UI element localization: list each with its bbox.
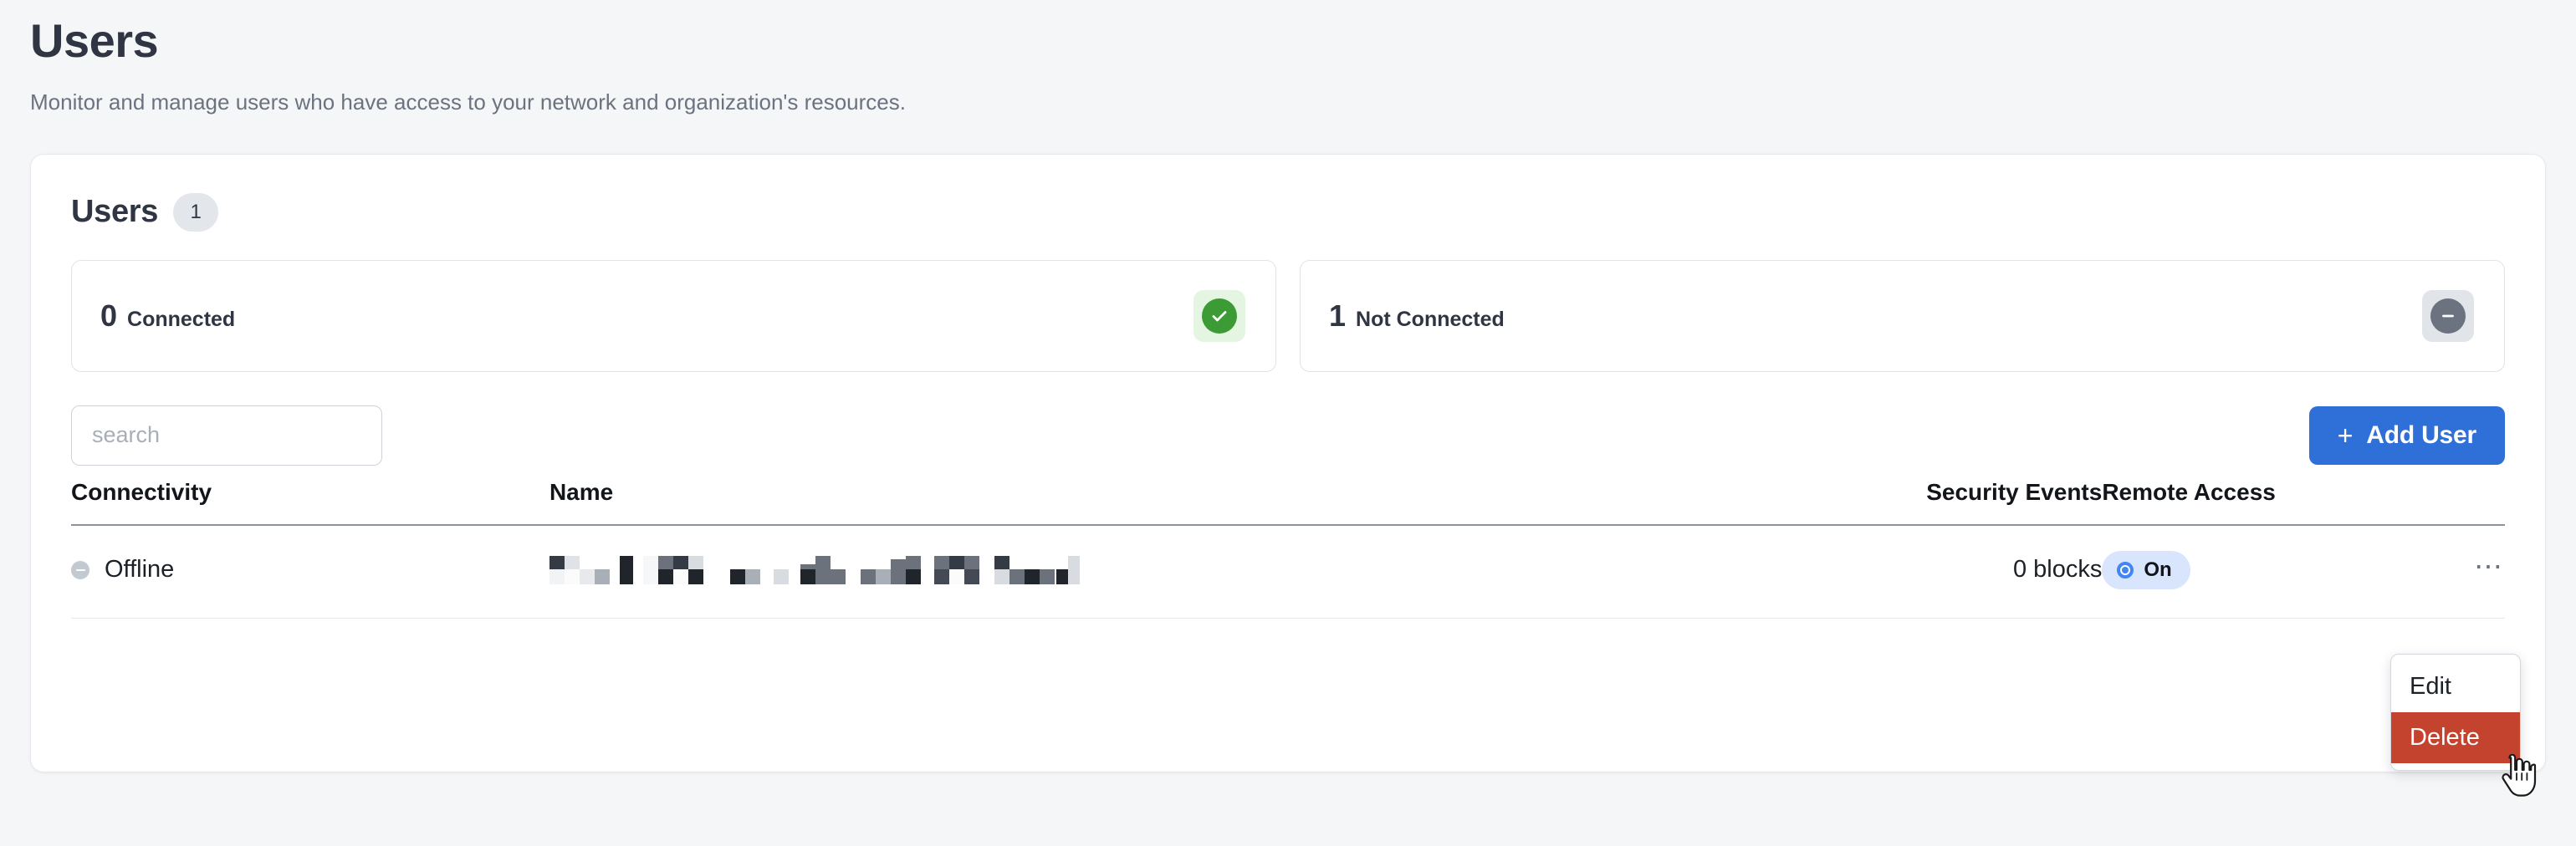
- stat-not-connected-value: 1: [1329, 298, 1347, 333]
- cell-name: [549, 524, 1775, 619]
- panel-title: Users: [71, 194, 159, 230]
- column-header-remote-access[interactable]: Remote Access: [2102, 478, 2405, 526]
- users-page: Users Monitor and manage users who have …: [0, 0, 2576, 846]
- connectivity-status: Offline: [71, 556, 549, 584]
- cell-actions: ⋯: [2404, 524, 2505, 619]
- stat-not-connected-text: 1 Not Connected: [1329, 298, 1505, 334]
- stat-not-connected-label: Not Connected: [1356, 307, 1505, 331]
- row-context-menu: Edit Delete: [2390, 654, 2521, 771]
- table-header-row: Connectivity Name Security Events Remote…: [71, 478, 2505, 526]
- cell-security-events: 0 blocks: [1774, 524, 2103, 619]
- users-count-badge: 1: [173, 192, 219, 232]
- search-input[interactable]: [71, 405, 382, 466]
- ellipsis-icon[interactable]: ⋯: [2474, 553, 2505, 588]
- stat-card-connected: 0 Connected: [71, 259, 1276, 372]
- offline-dash: [75, 568, 85, 572]
- column-header-connectivity[interactable]: Connectivity: [71, 478, 549, 526]
- connectivity-label: Offline: [105, 556, 175, 584]
- table-head: Connectivity Name Security Events Remote…: [71, 478, 2505, 526]
- users-panel: Users 1 0 Connected 1 Not Connected sear…: [30, 153, 2546, 772]
- stat-connected-text: 0 Connected: [100, 298, 235, 334]
- page-subtitle: Monitor and manage users who have access…: [30, 89, 906, 115]
- cell-remote-access: On: [2102, 524, 2405, 619]
- plus-icon: +: [2337, 420, 2354, 451]
- check-circle-icon: [1193, 289, 1245, 342]
- minus-circle-icon: [2422, 289, 2474, 342]
- cell-connectivity: Offline: [71, 524, 549, 619]
- panel-header: Users 1: [71, 181, 2505, 232]
- page-title: Users: [30, 14, 159, 67]
- remote-access-label: On: [2144, 558, 2172, 581]
- stats-row: 0 Connected 1 Not Connected: [71, 259, 2505, 372]
- stat-card-not-connected: 1 Not Connected: [1300, 259, 2505, 372]
- pagination: ‹: [71, 619, 2505, 689]
- table-body: Offline 0 blocks On ⋯: [71, 524, 2505, 619]
- remote-access-badge[interactable]: On: [2102, 550, 2190, 589]
- offline-minus-circle-icon: [71, 560, 89, 579]
- table-toolbar: + Add User: [71, 405, 2505, 466]
- menu-item-delete[interactable]: Delete: [2391, 712, 2520, 763]
- menu-item-edit[interactable]: Edit: [2391, 661, 2520, 712]
- redacted-name: [549, 555, 1085, 584]
- add-user-button[interactable]: + Add User: [2308, 405, 2505, 465]
- minus-circle-inner: [2430, 298, 2466, 334]
- add-user-label: Add User: [2366, 420, 2476, 449]
- stat-connected-value: 0: [100, 298, 118, 333]
- table-row[interactable]: Offline 0 blocks On ⋯: [71, 524, 2505, 619]
- radio-dot-icon: [2117, 561, 2134, 578]
- column-header-actions: [2404, 478, 2505, 526]
- users-table: Connectivity Name Security Events Remote…: [71, 478, 2505, 619]
- stat-connected-label: Connected: [127, 307, 236, 331]
- column-header-security-events[interactable]: Security Events: [1774, 478, 2103, 526]
- check-circle-inner: [1202, 298, 1237, 334]
- column-header-name[interactable]: Name: [549, 478, 1775, 526]
